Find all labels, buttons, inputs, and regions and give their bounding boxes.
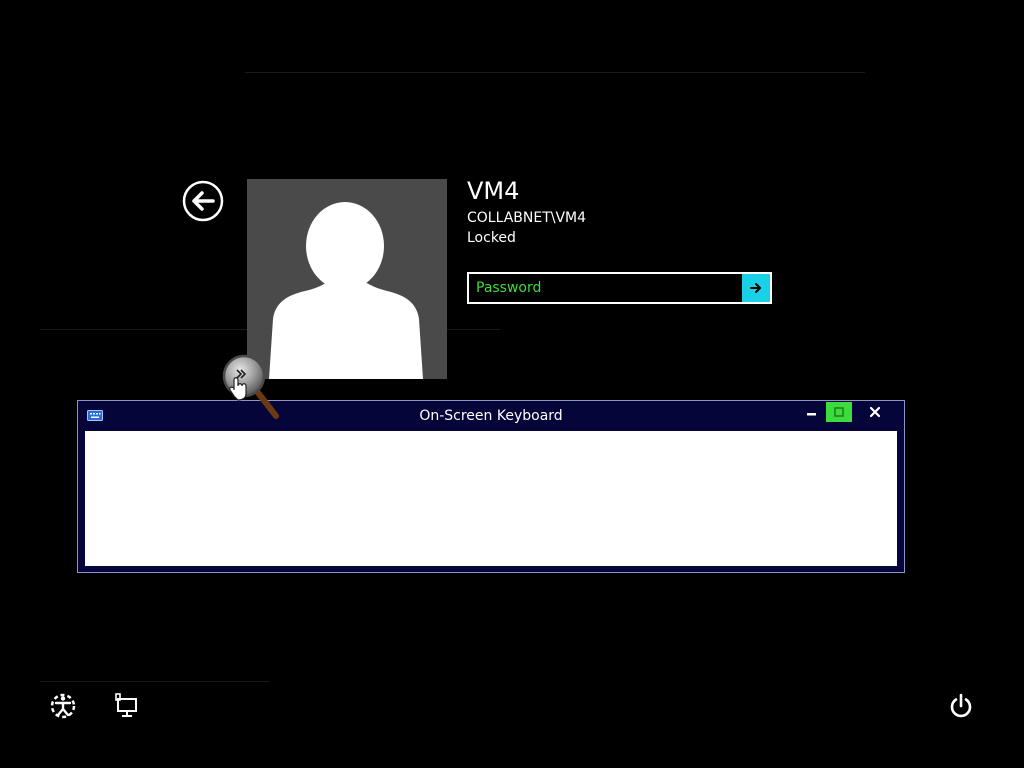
osk-keyboard-area[interactable] — [85, 431, 897, 566]
user-status: Locked — [467, 230, 516, 246]
password-input[interactable] — [469, 274, 742, 302]
ease-of-access-button[interactable] — [47, 690, 79, 722]
user-name: VM4 — [467, 177, 520, 205]
osk-minimize-button[interactable] — [799, 402, 825, 422]
user-account: COLLABNET\VM4 — [467, 210, 587, 226]
close-icon — [870, 407, 880, 417]
user-avatar-tile — [247, 179, 447, 379]
password-box — [467, 272, 772, 304]
network-icon — [115, 693, 137, 717]
ease-of-access-icon — [50, 693, 76, 719]
minimize-icon — [807, 413, 816, 416]
power-button[interactable] — [945, 690, 977, 722]
back-button[interactable] — [182, 180, 224, 222]
user-silhouette-icon — [269, 202, 423, 379]
arrow-right-icon — [750, 283, 761, 293]
network-button[interactable] — [112, 690, 142, 720]
osk-close-button[interactable] — [862, 402, 888, 422]
maximize-icon — [834, 407, 844, 417]
lock-screen: VM4 COLLABNET\VM4 Locked On-Screen Keybo… — [0, 0, 1024, 768]
osk-maximize-button[interactable] — [826, 402, 852, 422]
magnifier-icon — [222, 354, 279, 419]
power-icon — [950, 693, 972, 718]
back-arrow-icon — [182, 180, 224, 222]
submit-button[interactable] — [742, 274, 770, 302]
osk-title: On-Screen Keyboard — [419, 408, 563, 424]
magnifier-cursor[interactable] — [220, 352, 282, 422]
on-screen-keyboard-window: On-Screen Keyboard — [77, 400, 905, 573]
screen-artifact-line — [40, 681, 270, 682]
osk-titlebar[interactable]: On-Screen Keyboard — [78, 401, 904, 431]
screen-artifact-line — [245, 72, 865, 73]
